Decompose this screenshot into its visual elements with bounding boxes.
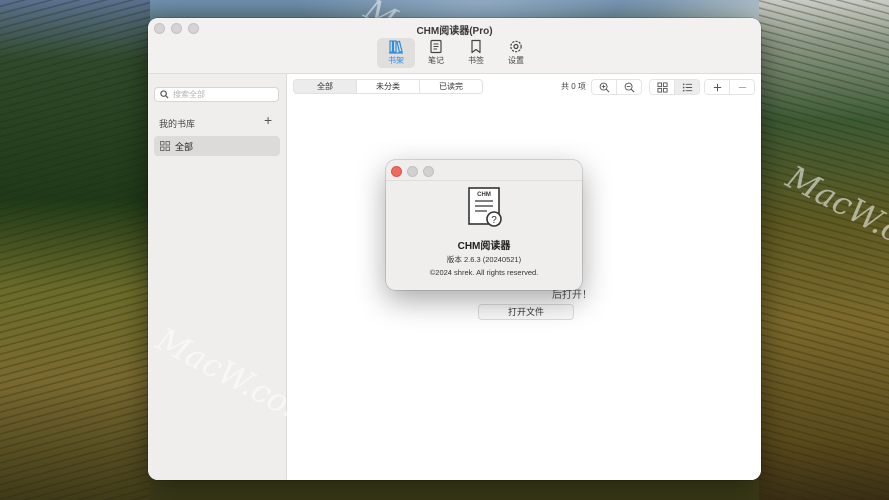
about-dialog: CHM ? CHM阅读器 版本 2.6.3 (20240521) ©2024 s… [386, 160, 582, 290]
tab-bookmarks-label: 书签 [468, 56, 484, 65]
gear-icon [510, 40, 522, 53]
tab-notes-label: 笔记 [428, 56, 444, 65]
library-header: 我的书库 [159, 119, 196, 129]
add-book-button[interactable] [705, 80, 730, 94]
title-bar: CHM阅读器(Pro) 书架 笔记 书签 设置 [148, 18, 761, 74]
grid-view-button[interactable] [650, 80, 675, 94]
add-remove-controls [704, 79, 755, 95]
search-icon [160, 90, 169, 99]
search-input[interactable]: 搜索全部 [154, 87, 279, 102]
list-view-icon [682, 82, 692, 92]
toolbar: 书架 笔记 书签 设置 [377, 38, 535, 68]
zoom-controls [591, 79, 642, 95]
zoom-out-button[interactable] [617, 80, 641, 94]
app-icon: CHM ? [468, 187, 502, 227]
dialog-zoom-button [423, 166, 434, 177]
view-mode-controls [649, 79, 700, 95]
wallpaper-right [759, 0, 889, 500]
grid-icon [160, 141, 170, 151]
search-placeholder: 搜索全部 [173, 90, 205, 99]
bookshelf-icon [389, 40, 403, 54]
tab-settings[interactable]: 设置 [497, 38, 535, 68]
grid-view-icon [656, 81, 668, 93]
bookmark-icon [471, 39, 481, 54]
filter-uncategorized[interactable]: 未分类 [357, 80, 420, 93]
filter-all[interactable]: 全部 [294, 80, 357, 93]
item-count: 共 0 项 [561, 82, 586, 91]
svg-text:?: ? [491, 215, 497, 226]
zoom-in-button[interactable] [592, 80, 617, 94]
sidebar-item-all[interactable]: 全部 [154, 136, 280, 156]
minus-icon [738, 86, 746, 88]
remove-book-button[interactable] [730, 80, 754, 94]
tab-notes[interactable]: 笔记 [417, 38, 455, 68]
dialog-minimize-button [407, 166, 418, 177]
zoom-out-icon [624, 82, 634, 92]
tab-bookmarks[interactable]: 书签 [457, 38, 495, 68]
add-library-button[interactable]: + [264, 113, 272, 127]
filter-segmented-control: 全部 未分类 已读完 [293, 79, 483, 94]
notes-icon [430, 39, 442, 54]
open-file-button[interactable]: 打开文件 [478, 304, 574, 320]
app-name: CHM阅读器 [457, 241, 511, 252]
window-title: CHM阅读器(Pro) [416, 26, 493, 37]
tab-bookshelf-label: 书架 [388, 56, 404, 65]
wallpaper-left [0, 0, 150, 500]
dialog-window-controls [391, 166, 434, 177]
list-view-button[interactable] [675, 80, 699, 94]
plus-icon [713, 83, 721, 91]
app-version: 版本 2.6.3 (20240521) [446, 255, 522, 264]
tab-bookshelf[interactable]: 书架 [377, 38, 415, 68]
app-copyright: ©2024 shrek. All rights reserved. [429, 268, 539, 277]
dialog-divider [386, 180, 582, 181]
app-icon-label: CHM [477, 192, 491, 198]
dialog-close-button[interactable] [391, 166, 402, 177]
filter-finished[interactable]: 已读完 [420, 80, 482, 93]
zoom-in-icon [599, 82, 609, 92]
sidebar-item-label: 全部 [175, 141, 194, 152]
sidebar: 搜索全部 我的书库 + 全部 [148, 74, 287, 480]
tab-settings-label: 设置 [508, 56, 524, 65]
